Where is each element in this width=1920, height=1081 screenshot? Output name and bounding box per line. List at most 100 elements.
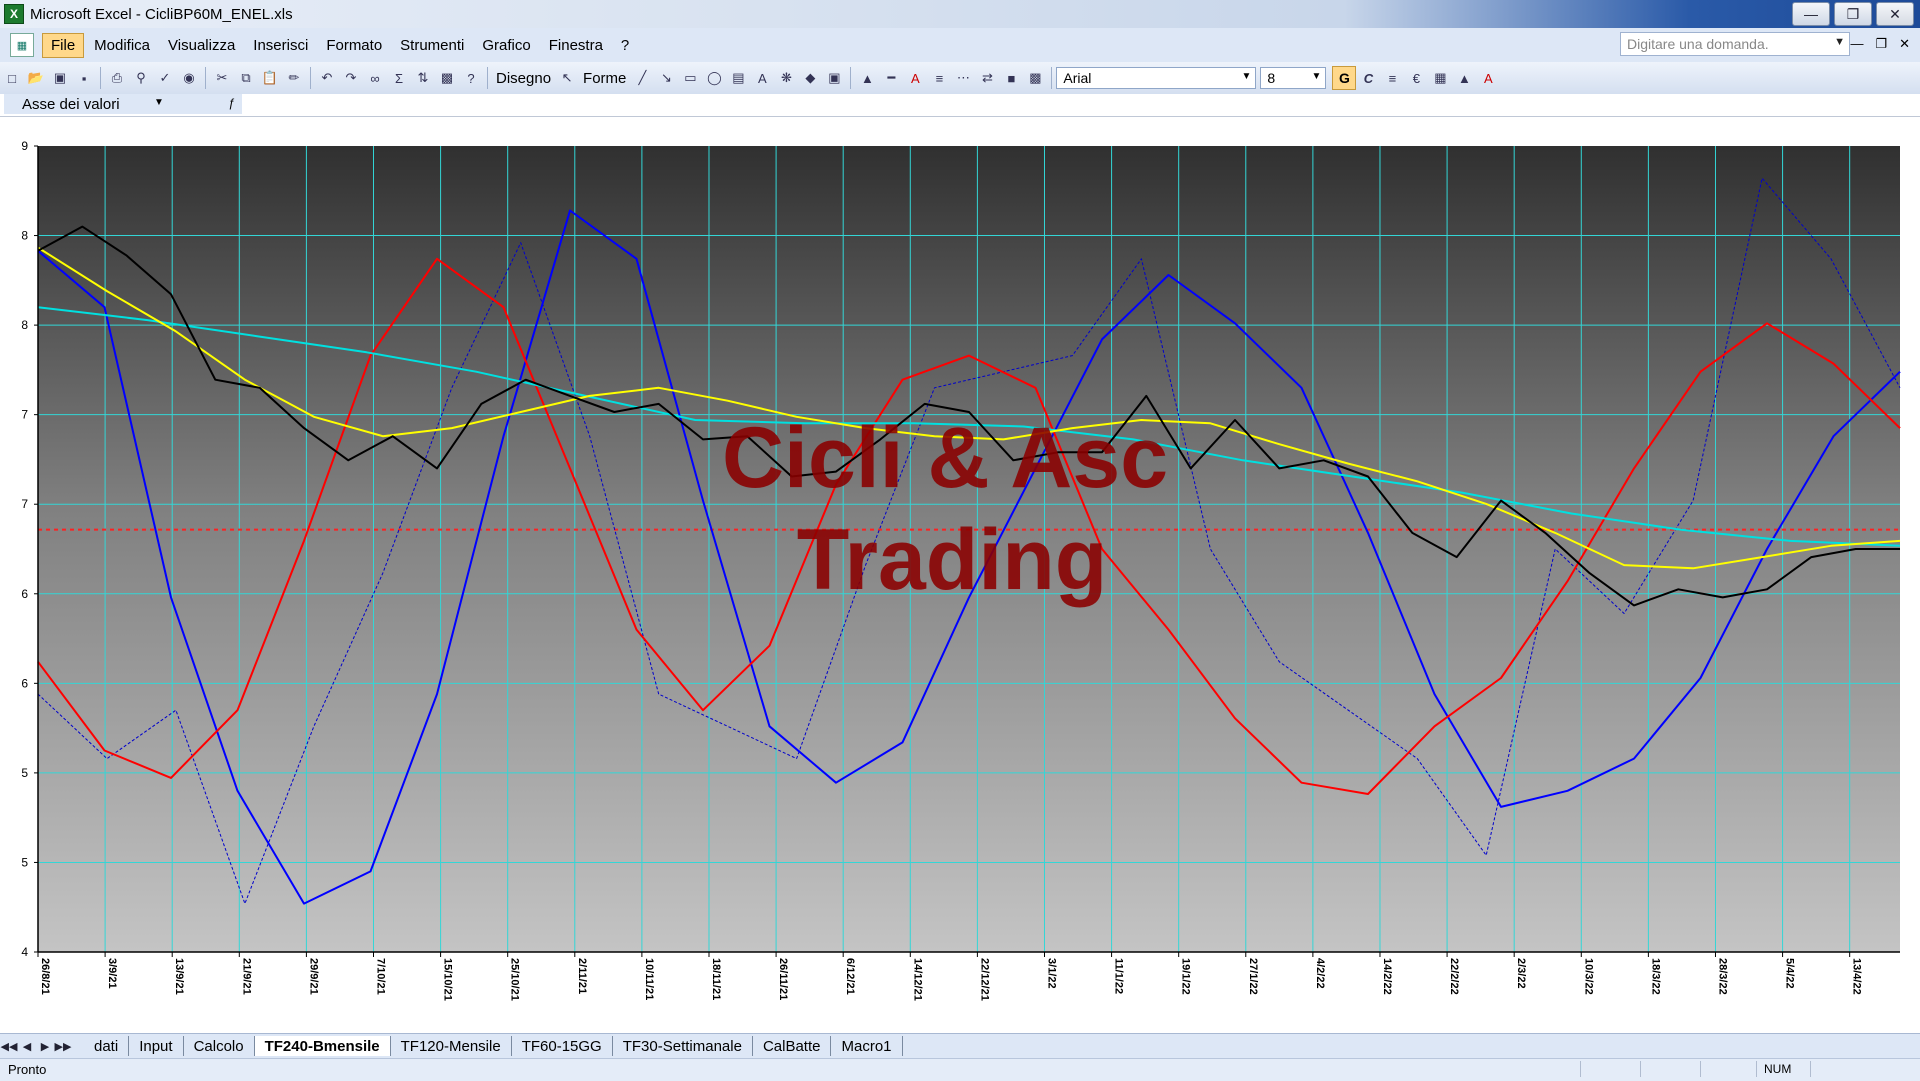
euro-button[interactable]: € [1406, 68, 1426, 88]
workbook-close-button[interactable]: ✕ [1899, 36, 1910, 52]
permission-icon[interactable]: ▪ [74, 68, 94, 88]
clipart-icon[interactable]: ◆ [800, 68, 820, 88]
first-sheet-icon[interactable]: ◀◀ [0, 1040, 18, 1053]
sheet-tab-tf240-bmensile[interactable]: TF240-Bmensile [254, 1036, 391, 1056]
sheet-tab-input[interactable]: Input [129, 1036, 184, 1056]
close-button[interactable]: ✕ [1876, 2, 1914, 26]
new-icon[interactable]: □ [2, 68, 22, 88]
sheet-tab-tf60-15gg[interactable]: TF60-15GG [512, 1036, 613, 1056]
menu-grafico[interactable]: Grafico [474, 34, 538, 57]
print-icon[interactable]: ⎙ [107, 68, 127, 88]
workbook-icon[interactable]: ▦ [10, 33, 34, 57]
open-icon[interactable]: 📂 [26, 68, 46, 88]
chevron-down-icon[interactable]: ▼ [1834, 36, 1845, 48]
minimize-button[interactable]: — [1792, 2, 1830, 26]
line-icon[interactable]: ╱ [632, 68, 652, 88]
last-sheet-icon[interactable]: ▶▶ [54, 1040, 72, 1053]
line-style-icon[interactable]: ≡ [929, 68, 949, 88]
menu-inserisci[interactable]: Inserisci [245, 34, 316, 57]
chart-wizard-icon[interactable]: ▩ [437, 68, 457, 88]
x-tick-label: 22/2/22 [1448, 958, 1460, 995]
formula-bar: Asse dei valori ▼ ƒ [0, 94, 1920, 117]
status-divider [1810, 1061, 1811, 1077]
arrow-style-icon[interactable]: ⇄ [977, 68, 997, 88]
sheet-tab-macro1[interactable]: Macro1 [831, 1036, 903, 1056]
font-size-select[interactable]: 8 ▼ [1260, 67, 1327, 89]
save-icon[interactable]: ▣ [50, 68, 70, 88]
num-lock-indicator: NUM [1764, 1062, 1792, 1076]
borders-icon[interactable]: ▦ [1430, 68, 1450, 88]
font-color-icon[interactable]: A [1478, 68, 1498, 88]
menu-file[interactable]: File [42, 32, 85, 58]
menu-formato[interactable]: Formato [318, 34, 390, 57]
format-painter-icon[interactable]: ✏ [284, 68, 304, 88]
menu-bar: ▦ File Modifica Visualizza Inserisci For… [0, 28, 1920, 63]
wordart-icon[interactable]: A [752, 68, 772, 88]
undo-icon[interactable]: ↶ [317, 68, 337, 88]
y-tick-label: 9 [21, 139, 28, 153]
sheet-tab-calcolo[interactable]: Calcolo [184, 1036, 255, 1056]
oval-icon[interactable]: ◯ [704, 68, 724, 88]
line-color-icon[interactable]: ━ [881, 68, 901, 88]
paste-icon[interactable]: 📋 [260, 68, 280, 88]
rectangle-icon[interactable]: ▭ [680, 68, 700, 88]
maximize-button[interactable]: ❐ [1834, 2, 1872, 26]
cut-icon[interactable]: ✂ [212, 68, 232, 88]
copy-icon[interactable]: ⧉ [236, 68, 256, 88]
align-icon[interactable]: ≡ [1382, 68, 1402, 88]
menu-finestra[interactable]: Finestra [541, 34, 611, 57]
autosum-icon[interactable]: Σ [389, 68, 409, 88]
research-icon[interactable]: ◉ [179, 68, 199, 88]
sheet-tab-tf120-mensile[interactable]: TF120-Mensile [391, 1036, 512, 1056]
chevron-down-icon[interactable]: ▼ [1241, 71, 1251, 82]
redo-icon[interactable]: ↷ [341, 68, 361, 88]
excel-app-icon[interactable]: X [4, 4, 24, 24]
cycle-chart[interactable]: Cicli & AscTrading 26/8/21 3/9/21 13/9/21 2… [0, 117, 1920, 1033]
diagram-icon[interactable]: ❋ [776, 68, 796, 88]
workbook-restore-button[interactable]: ❐ [1875, 36, 1887, 52]
spelling-icon[interactable]: ✓ [155, 68, 175, 88]
format-object-icon[interactable]: ƒ [228, 96, 235, 110]
print-preview-icon[interactable]: ⚲ [131, 68, 151, 88]
sheet-tab-tf30-settimanale[interactable]: TF30-Settimanale [613, 1036, 753, 1056]
bold-button[interactable]: G [1332, 66, 1357, 90]
toolbar-separator [310, 67, 311, 89]
prev-sheet-icon[interactable]: ◀ [18, 1040, 36, 1053]
menu-modifica[interactable]: Modifica [86, 34, 158, 57]
chevron-down-icon[interactable]: ▼ [154, 97, 164, 108]
3d-icon[interactable]: ▩ [1025, 68, 1045, 88]
menu-strumenti[interactable]: Strumenti [392, 34, 472, 57]
select-objects-icon[interactable]: ↖ [557, 68, 577, 88]
toolbar-separator [205, 67, 206, 89]
sort-ascending-icon[interactable]: ⇅ [413, 68, 433, 88]
chart-element-select[interactable]: Asse dei valori ▼ ƒ [4, 94, 242, 114]
picture-icon[interactable]: ▣ [824, 68, 844, 88]
x-tick-label: 18/11/21 [710, 958, 722, 1000]
fill-icon[interactable]: ▲ [1454, 68, 1474, 88]
shadow-icon[interactable]: ■ [1001, 68, 1021, 88]
help-icon[interactable]: ? [461, 68, 481, 88]
ask-question-input[interactable]: Digitare una domanda. ▼ [1620, 32, 1850, 56]
sheet-tab-calbatte[interactable]: CalBatte [753, 1036, 832, 1056]
next-sheet-icon[interactable]: ▶ [36, 1040, 54, 1053]
menu-help[interactable]: ? [613, 34, 637, 57]
shapes-menu-button[interactable]: Forme [583, 70, 626, 87]
y-tick-label: 4 [21, 945, 28, 959]
arrow-icon[interactable]: ↘ [656, 68, 676, 88]
textbox-icon[interactable]: ▤ [728, 68, 748, 88]
font-name-select[interactable]: Arial ▼ [1056, 67, 1257, 89]
workbook-minimize-button[interactable]: — [1850, 36, 1863, 52]
hyperlink-icon[interactable]: ∞ [365, 68, 385, 88]
sheet-tab-bar: ◀◀ ◀ ▶ ▶▶ dati Input Calcolo TF240-Bmens… [0, 1033, 1920, 1058]
x-tick-label: 2/3/22 [1515, 958, 1527, 989]
dash-style-icon[interactable]: ⋯ [953, 68, 973, 88]
menu-visualizza[interactable]: Visualizza [160, 34, 243, 57]
chevron-down-icon[interactable]: ▼ [1311, 71, 1321, 82]
fill-color-icon[interactable]: ▲ [857, 68, 877, 88]
chart-sheet[interactable]: Cicli & Asc Trading 26/8/21 3/9/21 13/9/21 2… [0, 117, 1920, 1033]
font-color-icon[interactable]: A [905, 68, 925, 88]
italic-button[interactable]: C [1358, 68, 1378, 88]
sheet-tab-dati[interactable]: dati [84, 1036, 130, 1056]
draw-menu-button[interactable]: Disegno [496, 70, 551, 87]
status-text: Pronto [8, 1062, 47, 1077]
